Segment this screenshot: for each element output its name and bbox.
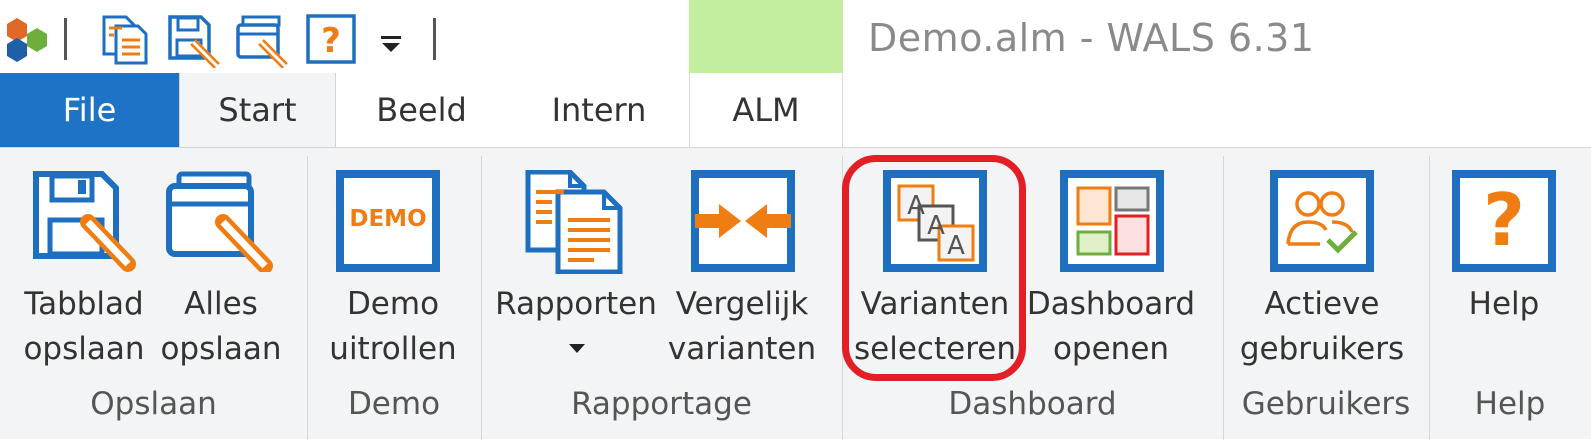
group-label-opslaan: Opslaan <box>90 386 217 422</box>
tab-intern[interactable]: Intern <box>509 73 689 147</box>
qat-separator <box>433 18 436 60</box>
rapporten-label: Rapporten <box>494 282 658 327</box>
qat-separator <box>64 18 67 60</box>
tabblad-opslaan-button[interactable]: Tabblad opslaan <box>16 148 152 388</box>
label-line: Actieve <box>1264 286 1380 322</box>
tab-beeld[interactable]: Beeld <box>334 73 509 147</box>
label-line: openen <box>1052 331 1170 367</box>
label-line: opslaan <box>23 331 145 367</box>
reports-icon <box>525 170 623 274</box>
alles-opslaan-button[interactable]: Alles opslaan <box>155 148 287 388</box>
save-tab-icon <box>33 171 136 272</box>
help-icon[interactable]: ? <box>306 14 356 64</box>
quick-access-toolbar: ? Demo.alm - WALS 6.31 <box>0 0 1591 73</box>
save-all-icon <box>166 171 273 272</box>
actieve-gebruikers-button[interactable]: Actieve gebruikers <box>1234 148 1410 388</box>
label-line: varianten <box>667 331 817 367</box>
group-label-demo: Demo <box>347 386 441 422</box>
tab-alm[interactable]: ALM <box>689 73 843 147</box>
group-label-gebruikers: Gebruikers <box>1241 386 1411 422</box>
label-line: Rapporten <box>495 286 657 322</box>
label-line: Dashboard <box>1026 286 1196 322</box>
label-line: opslaan <box>160 331 282 367</box>
demo-uitrollen-label: Demo uitrollen <box>318 282 468 372</box>
group-label-help: Help <box>1474 386 1546 422</box>
tab-file[interactable]: File <box>0 73 179 147</box>
report-copy-icon[interactable] <box>100 14 152 66</box>
vergelijk-varianten-label: Vergelijk varianten <box>662 282 822 372</box>
alles-opslaan-label: Alles opslaan <box>155 282 287 372</box>
save-all-icon[interactable] <box>235 14 291 68</box>
rapporten-dropdown-button[interactable]: Rapporten <box>494 148 658 388</box>
demo-icon-text: DEMO <box>349 206 427 232</box>
dashboard-icon <box>1060 170 1164 272</box>
window-title: Demo.alm - WALS 6.31 <box>868 16 1315 60</box>
help-label: Help <box>1444 282 1564 327</box>
label-line: Vergelijk <box>675 286 809 322</box>
highlight-annotation <box>842 155 1026 381</box>
tab-start[interactable]: Start <box>179 73 336 148</box>
tabblad-opslaan-label: Tabblad opslaan <box>16 282 152 372</box>
label-line: gebruikers <box>1239 331 1405 367</box>
help-button[interactable]: ? Help <box>1444 148 1564 388</box>
svg-text:?: ? <box>321 21 341 61</box>
ribbon-panel: Tabblad opslaan Alles opslaan DEMO Demo … <box>0 147 1591 440</box>
dashboard-openen-label: Dashboard openen <box>1026 282 1196 372</box>
chevron-down-icon <box>569 344 585 353</box>
actieve-gebruikers-label: Actieve gebruikers <box>1234 282 1410 372</box>
label-line: Demo <box>346 286 440 322</box>
label-line: Alles <box>184 286 258 322</box>
save-tab-icon[interactable] <box>167 14 223 68</box>
label-line: uitrollen <box>329 331 457 367</box>
help-question-mark: ? <box>1483 178 1525 262</box>
customize-dropdown-icon[interactable] <box>378 34 404 54</box>
demo-uitrollen-button[interactable]: DEMO Demo uitrollen <box>318 148 468 388</box>
group-label-rapportage: Rapportage <box>571 386 752 422</box>
alm-context-band <box>689 0 843 73</box>
group-label-dashboard: Dashboard <box>948 386 1117 422</box>
compare-icon <box>691 170 795 272</box>
active-users-icon <box>1270 170 1374 272</box>
dashboard-openen-button[interactable]: Dashboard openen <box>1026 148 1196 388</box>
label-line: Help <box>1468 286 1540 322</box>
vergelijk-varianten-button[interactable]: Vergelijk varianten <box>662 148 822 388</box>
ribbon-tabs: File Start Beeld Intern ALM <box>0 73 1591 148</box>
app-logo-icon[interactable] <box>4 18 50 62</box>
label-line: Tabblad <box>24 286 144 322</box>
